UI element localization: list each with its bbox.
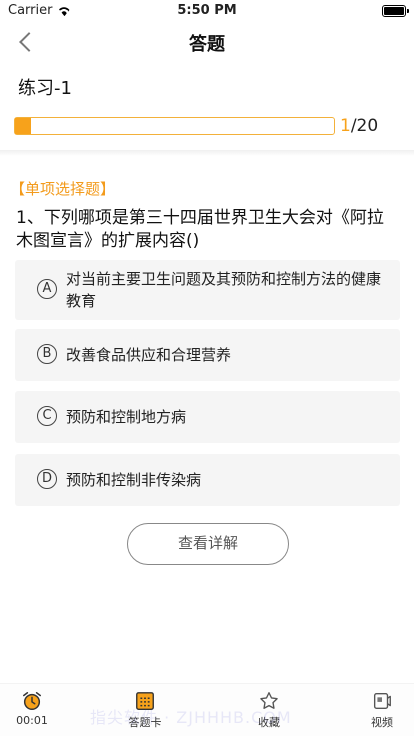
page-title: 答题	[189, 34, 225, 55]
view-explanation-button[interactable]: 查看详解	[127, 523, 289, 565]
question-type: 【单项选择题】	[10, 180, 116, 198]
option-d[interactable]: D 预防和控制非传染病	[15, 454, 400, 506]
option-c[interactable]: C 预防和控制地方病	[15, 391, 400, 443]
progress-current: 1	[340, 116, 351, 136]
option-letter-b: B	[37, 344, 57, 364]
progress-bar	[14, 117, 335, 135]
progress-total: /20	[350, 116, 379, 136]
option-text-c: 预防和控制地方病	[66, 408, 187, 426]
option-text-b: 改善食品供应和合理营养	[66, 346, 232, 364]
screen: Carrier 5:50 PM 答题 练习-1 1/20 【单项选择题】 1、下…	[0, 0, 414, 736]
status-bar: Carrier 5:50 PM	[0, 0, 414, 22]
option-letter-a: A	[37, 279, 57, 299]
nav-bar: 答题	[0, 22, 414, 62]
progress-fill	[15, 118, 31, 134]
tab-timer-label: 00:01	[16, 714, 48, 727]
question-stem: 1、下列哪项是第三十四届世界卫生大会对《阿拉木图宣言》的扩展内容()	[16, 208, 384, 251]
header-divider	[0, 150, 414, 156]
progress-counter: 1/20	[340, 116, 378, 136]
tab-video[interactable]: 视频	[344, 684, 414, 736]
video-icon	[373, 692, 391, 710]
battery-icon	[382, 5, 409, 17]
tab-video-label: 视频	[371, 716, 393, 729]
alarm-clock-icon	[23, 692, 41, 710]
option-letter-d: D	[37, 469, 57, 489]
watermark: 指尖软件 · ZJHHHB.COM	[90, 708, 292, 727]
option-text-a: 对当前主要卫生问题及其预防和控制方法的健康教育	[66, 270, 382, 310]
status-time: 5:50 PM	[177, 3, 237, 18]
option-a[interactable]: A 对当前主要卫生问题及其预防和控制方法的健康教育	[15, 260, 400, 320]
option-text-d: 预防和控制非传染病	[66, 471, 202, 489]
option-letter-c: C	[37, 406, 57, 426]
option-b[interactable]: B 改善食品供应和合理营养	[15, 329, 400, 381]
practice-name: 练习-1	[18, 78, 72, 99]
tab-timer[interactable]: 00:01	[0, 684, 70, 736]
